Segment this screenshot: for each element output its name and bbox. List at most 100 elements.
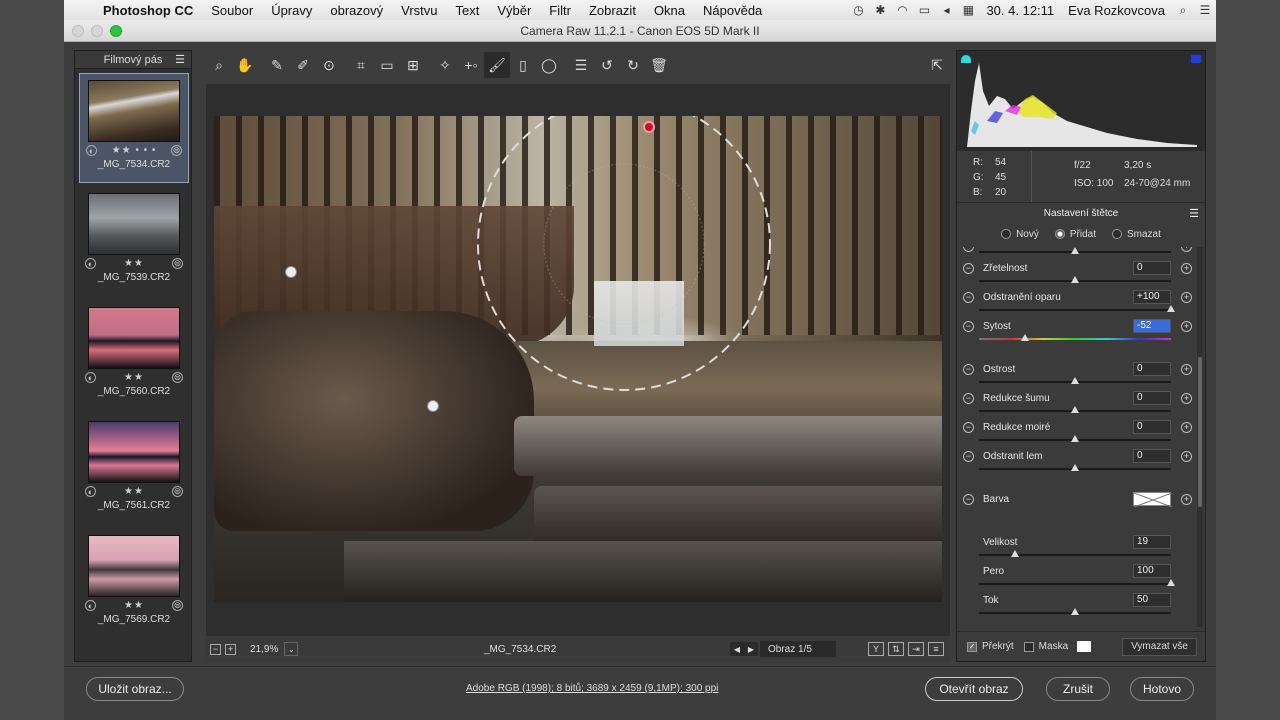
white-balance-tool-icon[interactable]: ✎ xyxy=(264,52,290,78)
transform-tool-icon[interactable]: ⊞ xyxy=(400,52,426,78)
workflow-options-link[interactable]: Adobe RGB (1998); 8 bitů; 3689 x 2459 (9… xyxy=(466,683,718,694)
rotate-left-icon[interactable]: ↺ xyxy=(594,52,620,78)
slider-track[interactable] xyxy=(979,309,1171,311)
minus-icon[interactable]: − xyxy=(963,263,974,274)
feather-value[interactable]: 100 xyxy=(1133,564,1171,578)
zoom-in-button[interactable]: + xyxy=(225,643,236,655)
menu-zobrazit[interactable]: Zobrazit xyxy=(580,3,645,18)
menu-obrazovy[interactable]: obrazový xyxy=(321,3,392,18)
slider-knob[interactable] xyxy=(1167,305,1175,312)
radio-selected-icon[interactable] xyxy=(1054,229,1065,239)
graduated-filter-tool-icon[interactable]: ▯ xyxy=(510,52,536,78)
trash-icon[interactable]: 🗑 xyxy=(646,52,672,78)
mode-new[interactable]: Nový xyxy=(1001,225,1039,243)
zoom-tool-icon[interactable]: ⌕ xyxy=(206,52,232,78)
filmstrip-item[interactable]: ◐ ★★ ⊜ _MG_7539.CR2 xyxy=(79,187,189,297)
targeted-adjustment-tool-icon[interactable]: ⊙ xyxy=(316,52,342,78)
size-value[interactable]: 19 xyxy=(1133,535,1171,549)
overlay-toggle[interactable]: ✓ Překrýt xyxy=(967,641,1014,652)
mode-erase[interactable]: Smazat xyxy=(1112,225,1161,243)
mode-add[interactable]: Přidat xyxy=(1054,225,1096,243)
plus-icon[interactable]: + xyxy=(1181,292,1192,303)
menu-soubor[interactable]: Soubor xyxy=(202,3,262,18)
bluetooth-icon[interactable]: ✱ xyxy=(869,3,891,17)
slider-knob[interactable] xyxy=(1071,377,1079,384)
plus-icon[interactable]: + xyxy=(1181,422,1192,433)
size-track[interactable] xyxy=(979,554,1171,556)
color-sampler-tool-icon[interactable]: ✐ xyxy=(290,52,316,78)
open-image-button[interactable]: Otevřít obraz xyxy=(925,677,1023,701)
plus-icon[interactable]: + xyxy=(1181,393,1192,404)
adjustment-pin[interactable] xyxy=(285,266,297,278)
notification-center-icon[interactable]: ☰ xyxy=(1194,3,1216,17)
minimize-window-button[interactable] xyxy=(91,25,103,37)
slider-knob[interactable] xyxy=(1071,435,1079,442)
flow-value[interactable]: 50 xyxy=(1133,593,1171,607)
zoom-dropdown-icon[interactable]: ⌄ xyxy=(284,642,299,656)
toggle-settings-icon[interactable]: ≡ xyxy=(928,642,944,656)
rating-stars[interactable]: ★★ xyxy=(124,600,144,611)
filmstrip-item[interactable]: ◐ ★★ ⊜ _MG_7560.CR2 xyxy=(79,301,189,411)
time-machine-icon[interactable]: ◷ xyxy=(847,3,869,17)
hand-tool-icon[interactable]: ✋ xyxy=(232,52,258,78)
feather-knob[interactable] xyxy=(1167,579,1175,586)
rating-stars[interactable]: ★★ xyxy=(124,258,144,269)
slider-knob[interactable] xyxy=(1071,464,1079,471)
radio-icon[interactable] xyxy=(1112,229,1122,239)
airplay-icon[interactable]: ▭ xyxy=(913,3,935,17)
rating-stars[interactable]: ★★ xyxy=(124,372,144,383)
slider-knob[interactable] xyxy=(1071,406,1079,413)
menu-text[interactable]: Text xyxy=(446,3,488,18)
minus-icon[interactable]: − xyxy=(963,321,974,332)
radio-icon[interactable] xyxy=(1001,229,1012,239)
keyboard-icon[interactable]: ▦ xyxy=(957,3,979,17)
close-window-button[interactable] xyxy=(72,25,84,37)
slider-value[interactable]: +100 xyxy=(1133,290,1171,304)
previous-image-icon[interactable]: ◀ xyxy=(730,642,744,656)
plus-icon[interactable]: + xyxy=(1181,451,1192,462)
zoom-window-button[interactable] xyxy=(110,25,122,37)
done-button[interactable]: Hotovo xyxy=(1130,677,1194,701)
menu-upravy[interactable]: Úpravy xyxy=(262,3,321,18)
image-preview-area[interactable] xyxy=(206,84,950,636)
minus-icon[interactable]: − xyxy=(963,393,974,404)
save-image-button[interactable]: Uložit obraz... xyxy=(86,677,184,701)
active-adjustment-pin[interactable] xyxy=(643,121,655,133)
wifi-icon[interactable]: ◠ xyxy=(891,3,913,17)
fullscreen-toggle-icon[interactable]: ⇱ xyxy=(924,52,950,78)
scrollbar-thumb[interactable] xyxy=(1198,357,1202,507)
plus-icon[interactable]: + xyxy=(1181,364,1192,375)
slider-knob[interactable] xyxy=(1021,334,1030,341)
slider-value[interactable]: 0 xyxy=(1133,420,1171,434)
menu-app-photoshop[interactable]: Photoshop CC xyxy=(94,3,202,18)
mask-toggle[interactable]: Maska xyxy=(1023,641,1092,652)
plus-icon[interactable]: + xyxy=(1181,247,1192,252)
volume-icon[interactable]: ◂ xyxy=(935,3,957,17)
panel-menu-icon[interactable]: ☰ xyxy=(1189,207,1199,220)
checkbox-icon[interactable] xyxy=(1023,641,1034,652)
red-eye-tool-icon[interactable]: +◦ xyxy=(458,52,484,78)
mask-color-swatch[interactable] xyxy=(1077,641,1092,652)
rating-stars[interactable]: ★★ xyxy=(124,486,144,497)
menu-vrstvu[interactable]: Vrstvu xyxy=(392,3,446,18)
menubar-user[interactable]: Eva Rozkovcova xyxy=(1061,3,1172,18)
minus-icon[interactable]: − xyxy=(963,292,974,303)
menu-napoveda[interactable]: Nápověda xyxy=(694,3,771,18)
swap-settings-icon[interactable]: ⇅ xyxy=(888,642,904,656)
copy-settings-icon[interactable]: ⇥ xyxy=(908,642,924,656)
next-image-icon[interactable]: ▶ xyxy=(744,642,758,656)
slider-value[interactable]: 0 xyxy=(1133,449,1171,463)
spot-removal-tool-icon[interactable]: ✧ xyxy=(432,52,458,78)
slider-value[interactable]: 0 xyxy=(1133,362,1171,376)
straighten-tool-icon[interactable]: ▭ xyxy=(374,52,400,78)
adjustment-pin[interactable] xyxy=(427,400,439,412)
plus-icon[interactable]: + xyxy=(1181,263,1192,274)
menu-filtr[interactable]: Filtr xyxy=(540,3,580,18)
radial-filter-tool-icon[interactable]: ◯ xyxy=(536,52,562,78)
minus-icon[interactable]: − xyxy=(963,364,974,375)
plus-icon[interactable]: + xyxy=(1181,321,1192,332)
slider-knob[interactable] xyxy=(1071,276,1079,283)
photo-preview[interactable] xyxy=(214,116,942,602)
minus-icon[interactable]: − xyxy=(963,451,974,462)
checkbox-checked-icon[interactable]: ✓ xyxy=(967,641,977,652)
